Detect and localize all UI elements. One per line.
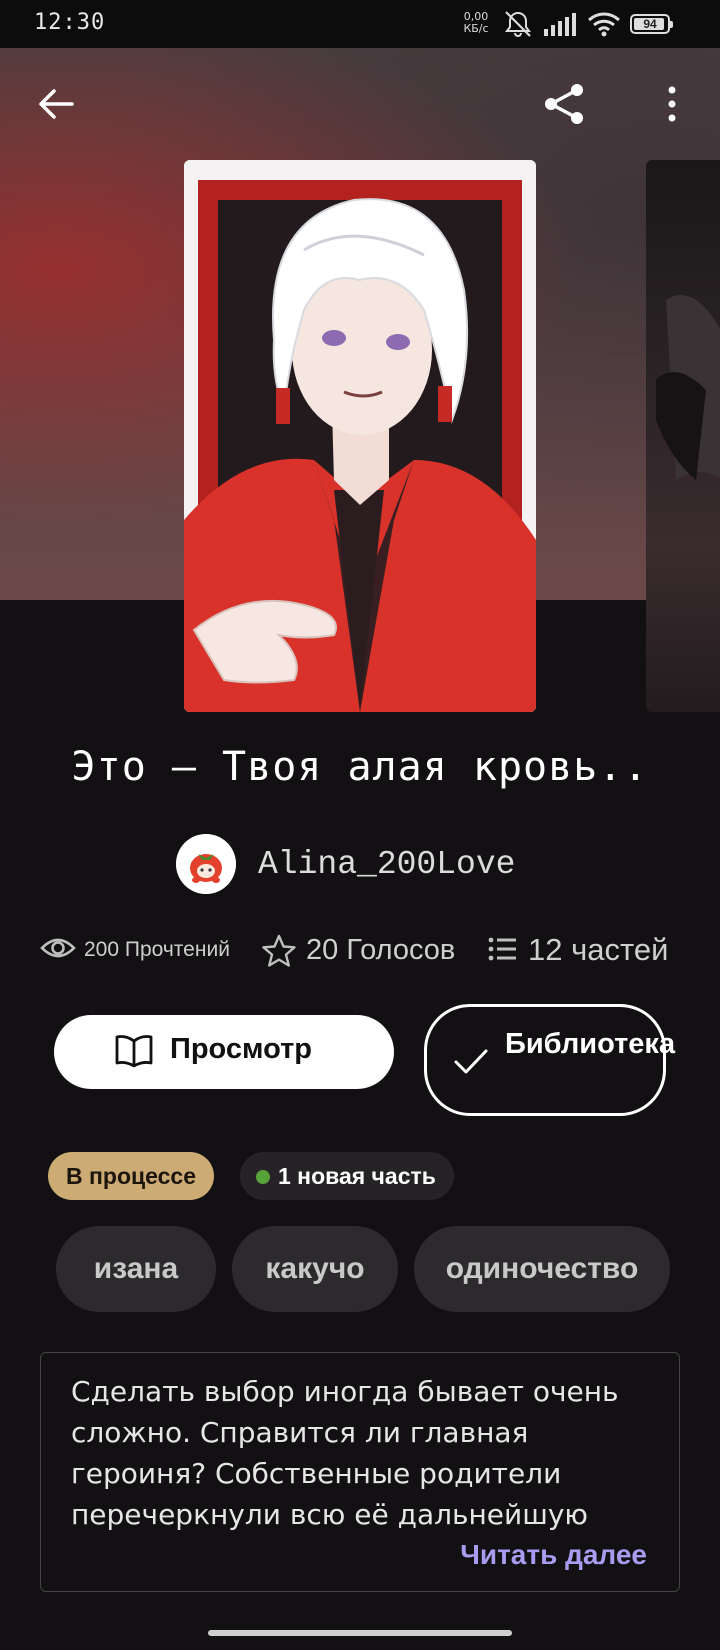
new-indicator-dot <box>256 1170 270 1184</box>
cover-illustration <box>184 160 536 712</box>
wifi-icon <box>588 12 620 37</box>
library-button[interactable]: Библиотека <box>424 1004 676 1116</box>
book-title: Это – Твоя алая кровь.. <box>71 744 649 790</box>
more-vertical-icon[interactable] <box>648 80 696 128</box>
eye-icon <box>40 938 76 958</box>
read-more-link[interactable]: Читать далее <box>460 1539 647 1571</box>
battery-level: 94 <box>643 17 657 31</box>
network-speed: 0,00 КБ/с <box>456 11 496 35</box>
star-icon <box>262 934 296 967</box>
signal-icon <box>544 13 576 36</box>
library-button-label: Библиотека <box>505 1028 676 1060</box>
muted-bell-icon <box>505 11 531 38</box>
description-text: Сделать выбор иногда бывает очень сложно… <box>71 1375 619 1531</box>
author-name[interactable]: Alina_200Love <box>258 846 515 883</box>
tag-chip[interactable]: изана <box>56 1226 216 1312</box>
book-cover[interactable] <box>184 160 536 712</box>
tag-chip[interactable]: какучо <box>232 1226 398 1312</box>
view-button-label: Просмотр <box>170 1033 312 1065</box>
description-card: Сделать выбор иногда бывает очень сложно… <box>40 1352 680 1592</box>
reads-count: 200 Прочтений <box>84 938 230 961</box>
tomato-avatar-icon <box>176 834 236 894</box>
tag-chip[interactable]: одиночество <box>414 1226 670 1312</box>
network-speed-unit: КБ/с <box>463 22 489 35</box>
parts-count: 12 частей <box>528 932 669 967</box>
battery-indicator: 94 <box>630 14 673 34</box>
votes-count: 20 Голосов <box>306 934 456 966</box>
next-cover-illustration <box>656 295 720 480</box>
status-time: 12:30 <box>34 10 106 35</box>
new-parts-badge[interactable]: 1 новая часть <box>240 1152 454 1200</box>
status-badge: В процессе <box>48 1152 214 1200</box>
home-indicator[interactable] <box>208 1630 512 1636</box>
new-parts-label: 1 новая часть <box>278 1163 436 1189</box>
back-arrow-icon[interactable] <box>32 80 80 128</box>
check-icon <box>454 1049 488 1074</box>
list-icon <box>488 937 516 961</box>
author-avatar[interactable] <box>176 834 236 894</box>
next-book-cover[interactable] <box>646 160 720 712</box>
status-bar: 12:30 0,00 КБ/с 94 <box>0 0 720 48</box>
share-icon[interactable] <box>540 80 588 128</box>
open-book-icon <box>115 1035 153 1068</box>
view-button[interactable]: Просмотр <box>54 1015 394 1089</box>
